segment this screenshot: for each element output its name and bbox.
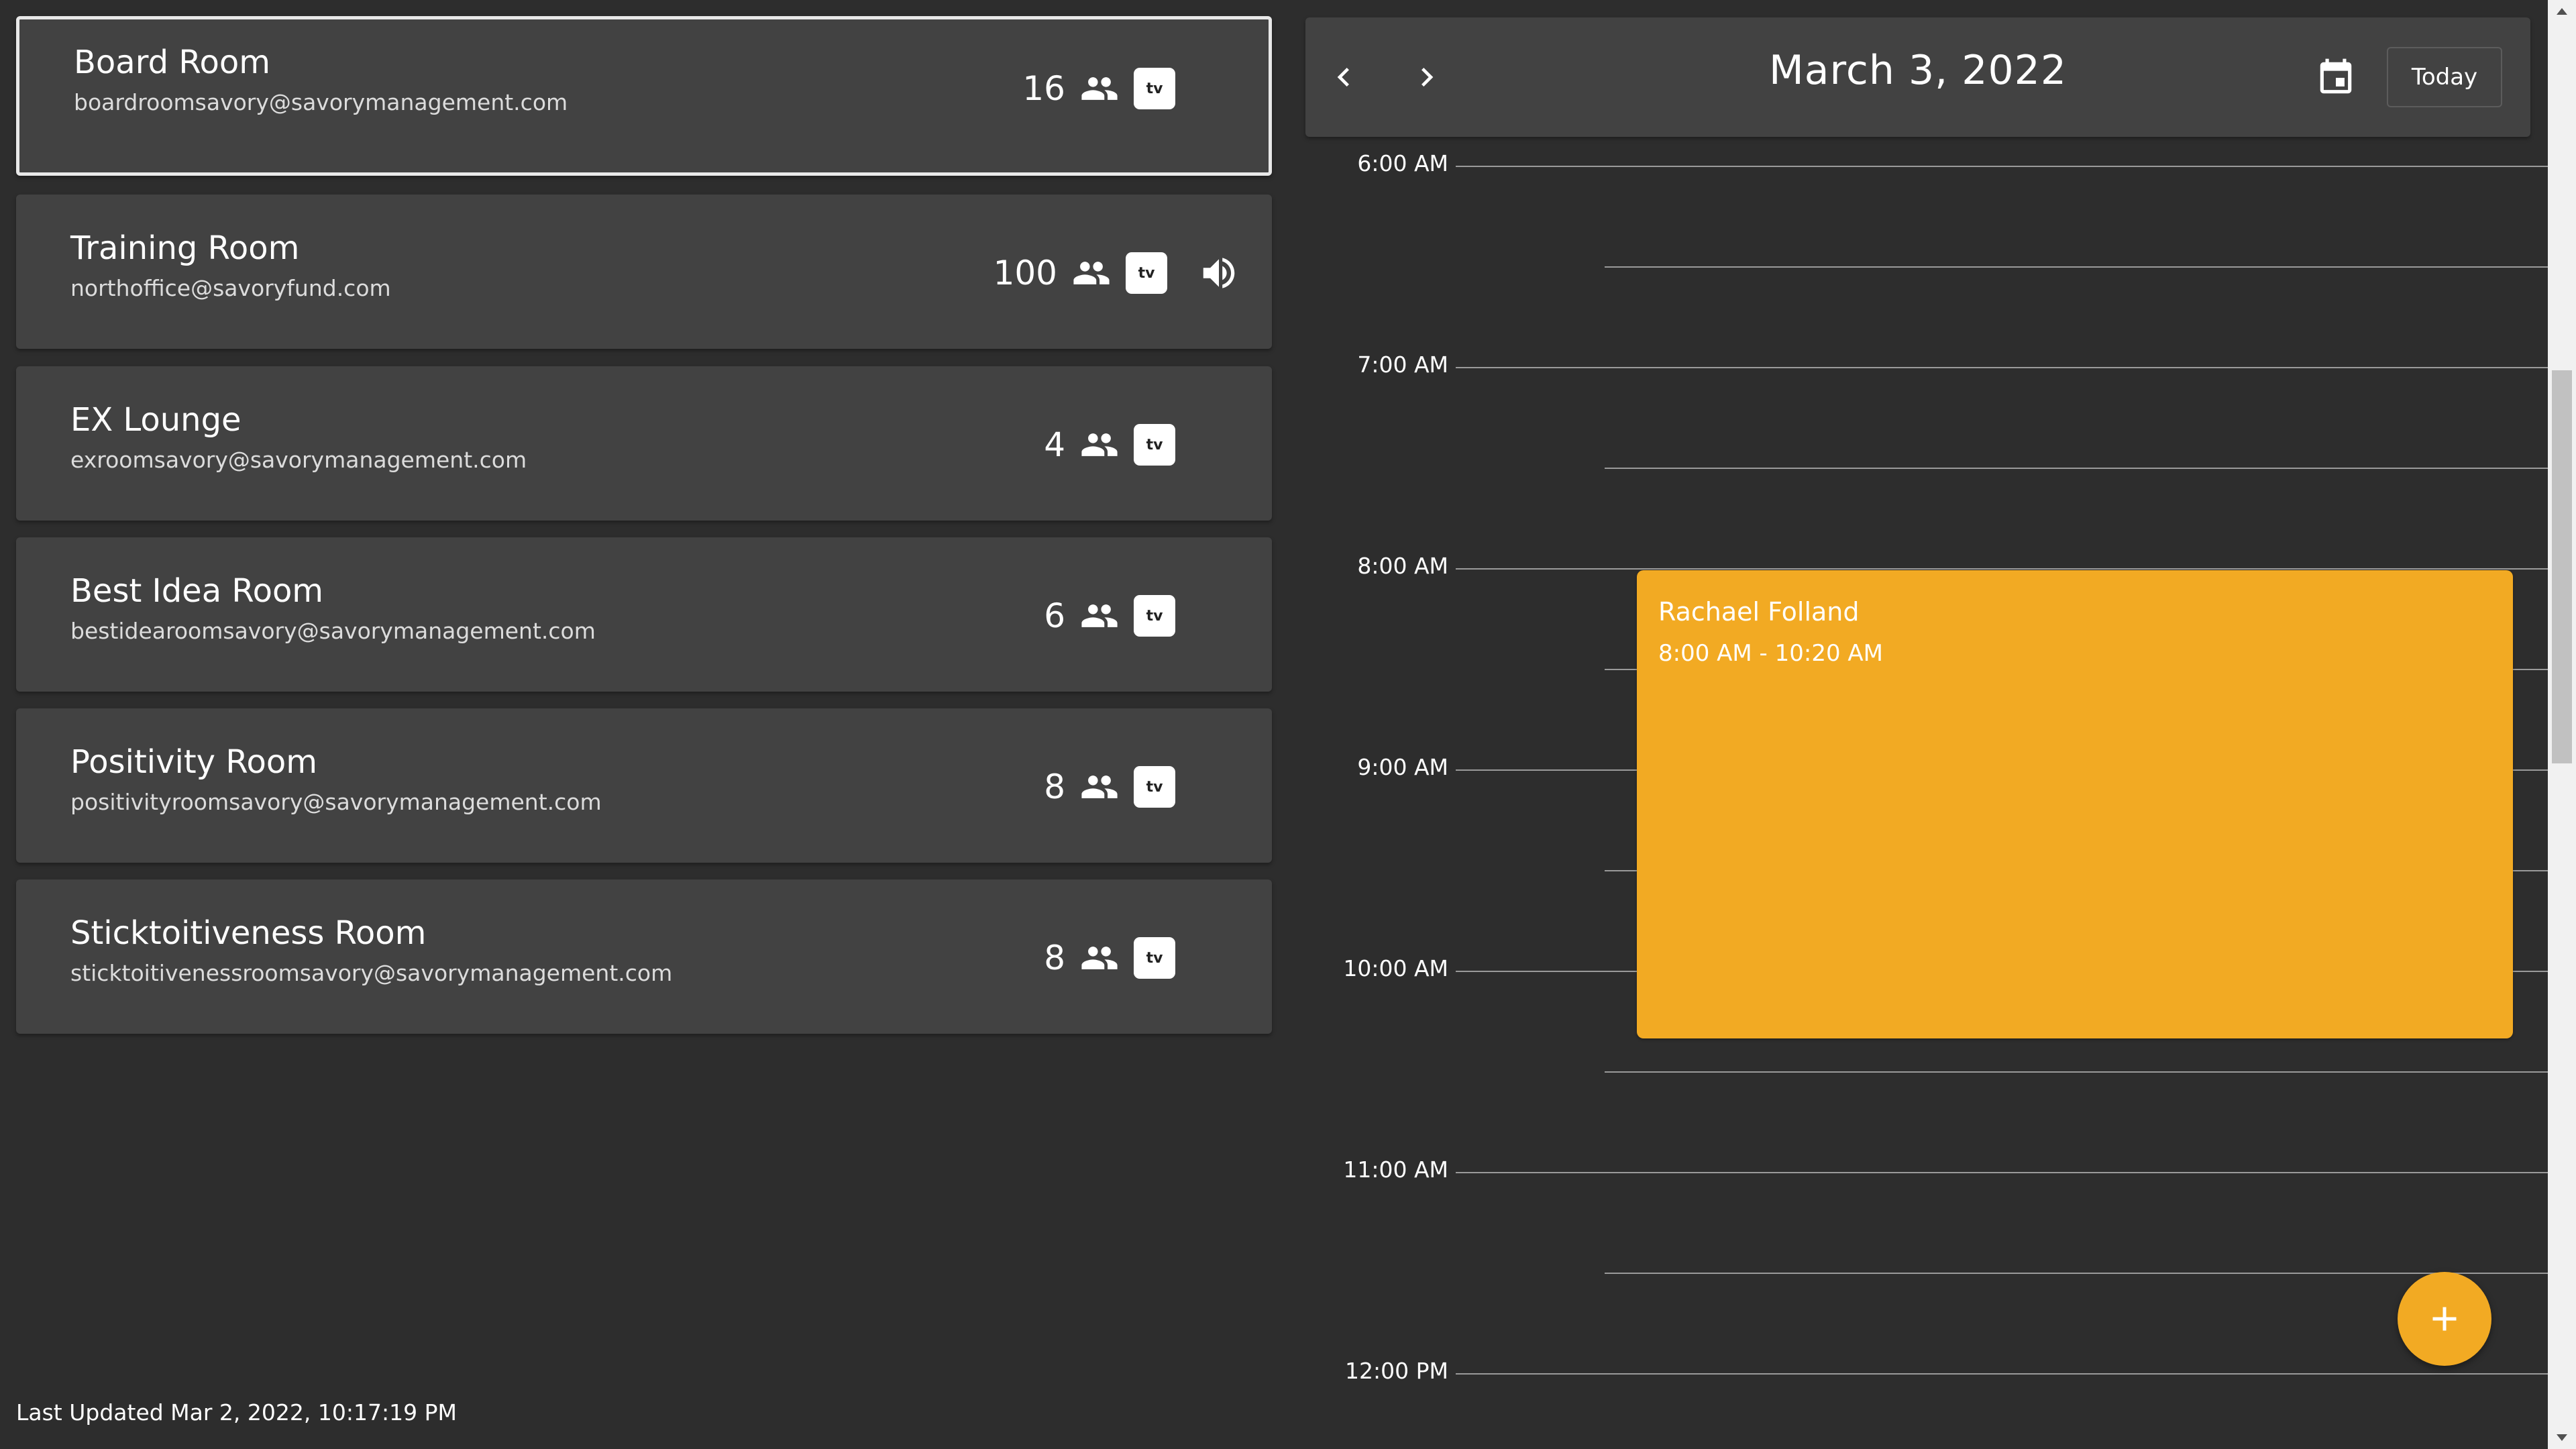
room-name: Positivity Room	[70, 743, 318, 781]
room-card-sticktoitiveness-room[interactable]: Sticktoitiveness Room sticktoitivenessro…	[16, 879, 1272, 1034]
add-event-button[interactable]	[2398, 1272, 2491, 1366]
room-capacity: 16	[1022, 69, 1065, 108]
room-name: Board Room	[74, 44, 271, 81]
room-meta: 8 tv	[1044, 763, 1175, 810]
hour-label: 9:00 AM	[1357, 754, 1448, 780]
room-meta: 6 tv	[1044, 592, 1175, 639]
scroll-down-arrow[interactable]	[2548, 1426, 2576, 1449]
hour-label: 7:00 AM	[1357, 352, 1448, 378]
arrow-down-icon	[2557, 1434, 2567, 1441]
room-meta: 16 tv	[1022, 65, 1175, 112]
calendar-icon	[2320, 58, 2352, 94]
hour-label: 11:00 AM	[1343, 1157, 1448, 1183]
calendar-header: March 3, 2022 Today	[1305, 17, 2530, 137]
apple-tv-icon: tv	[1134, 424, 1175, 466]
apple-tv-icon: tv	[1134, 68, 1175, 109]
today-button[interactable]: Today	[2387, 47, 2502, 107]
half-hour-line	[1605, 468, 2548, 469]
room-email: sticktoitivenessroomsavory@savorymanagem…	[70, 960, 673, 986]
room-email: positivityroomsavory@savorymanagement.co…	[70, 789, 602, 815]
room-name: Sticktoitiveness Room	[70, 914, 427, 952]
tv-icon-text: tv	[1146, 949, 1163, 967]
room-meta: 8 tv	[1044, 934, 1175, 981]
people-icon	[1081, 433, 1118, 456]
tv-icon-text: tv	[1146, 778, 1163, 796]
apple-tv-icon: tv	[1126, 252, 1167, 294]
day-timeline[interactable]: 6:00 AM 7:00 AM 8:00 AM 9:00 AM 10:00 AM…	[1305, 137, 2548, 1449]
people-icon	[1081, 77, 1118, 100]
room-card-best-idea-room[interactable]: Best Idea Room bestidearoomsavory@savory…	[16, 537, 1272, 692]
calendar-event[interactable]: Rachael Folland 8:00 AM - 10:20 AM	[1637, 570, 2513, 1038]
tv-icon-text: tv	[1146, 436, 1163, 453]
hour-line	[1456, 367, 2548, 368]
people-icon	[1081, 604, 1118, 627]
room-meta: 4 tv	[1044, 421, 1175, 468]
room-card-ex-lounge[interactable]: EX Lounge exroomsavory@savorymanagement.…	[16, 366, 1272, 521]
room-card-training-room[interactable]: Training Room northoffice@savoryfund.com…	[16, 195, 1272, 349]
room-capacity: 100	[993, 254, 1057, 292]
room-capacity: 8	[1044, 938, 1065, 977]
arrow-up-icon	[2557, 8, 2567, 15]
room-email: boardroomsavory@savorymanagement.com	[74, 89, 568, 115]
apple-tv-icon: tv	[1134, 937, 1175, 979]
room-meta: 100 tv	[994, 250, 1240, 297]
people-icon	[1081, 947, 1118, 969]
scroll-thumb[interactable]	[2552, 370, 2572, 763]
speaker-icon	[1203, 258, 1235, 288]
room-name: Best Idea Room	[70, 572, 324, 610]
room-capacity: 4	[1044, 425, 1065, 464]
hour-line	[1456, 568, 2548, 570]
hour-line	[1456, 1373, 2548, 1375]
hour-label: 12:00 PM	[1345, 1358, 1448, 1384]
room-card-positivity-room[interactable]: Positivity Room positivityroomsavory@sav…	[16, 708, 1272, 863]
room-card-board-room[interactable]: Board Room boardroomsavory@savorymanagem…	[16, 16, 1272, 176]
last-updated-text: Last Updated Mar 2, 2022, 10:17:19 PM	[16, 1399, 457, 1426]
date-picker-button[interactable]	[2312, 54, 2360, 102]
hour-label: 10:00 AM	[1343, 955, 1448, 981]
tv-icon-text: tv	[1146, 80, 1163, 97]
room-email: bestidearoomsavory@savorymanagement.com	[70, 618, 596, 644]
scroll-up-arrow[interactable]	[2548, 0, 2576, 23]
room-capacity: 8	[1044, 767, 1065, 806]
people-icon	[1073, 262, 1110, 284]
room-name: Training Room	[70, 229, 300, 267]
half-hour-line	[1605, 1273, 2548, 1274]
room-capacity: 6	[1044, 596, 1065, 635]
half-hour-line	[1605, 1071, 2548, 1073]
hour-label: 8:00 AM	[1357, 553, 1448, 579]
plus-icon	[2432, 1307, 2457, 1331]
tv-icon-text: tv	[1138, 264, 1155, 282]
half-hour-line	[1605, 266, 2548, 268]
event-title: Rachael Folland	[1658, 597, 1860, 627]
hour-line	[1456, 166, 2548, 167]
apple-tv-icon: tv	[1134, 595, 1175, 637]
hour-label: 6:00 AM	[1357, 150, 1448, 176]
room-email: exroomsavory@savorymanagement.com	[70, 447, 527, 473]
room-name: EX Lounge	[70, 401, 241, 439]
people-icon	[1081, 775, 1118, 798]
hour-line	[1456, 1172, 2548, 1173]
apple-tv-icon: tv	[1134, 766, 1175, 808]
tv-icon-text: tv	[1146, 607, 1163, 625]
vertical-scrollbar[interactable]	[2548, 0, 2576, 1449]
room-email: northoffice@savoryfund.com	[70, 275, 391, 301]
event-time: 8:00 AM - 10:20 AM	[1658, 640, 1884, 667]
